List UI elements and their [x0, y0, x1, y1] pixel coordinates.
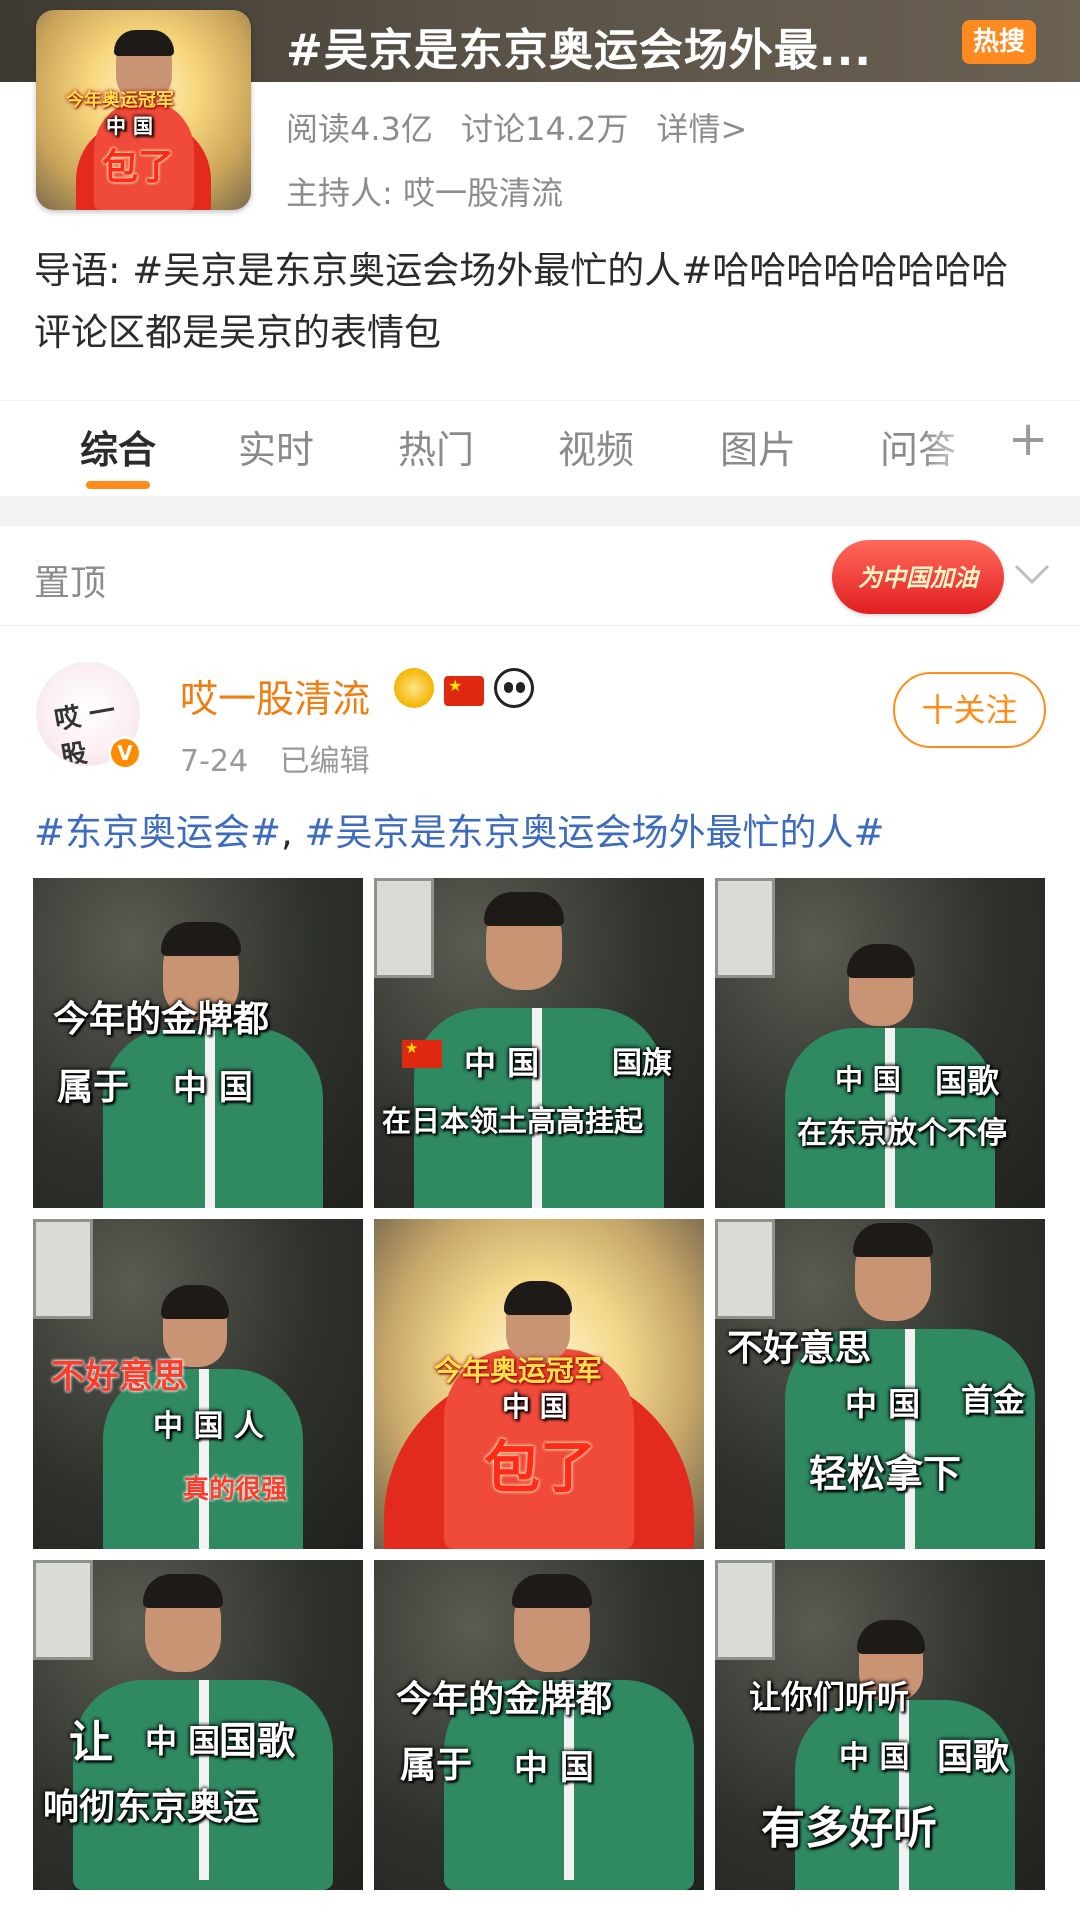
hashtag-tokyo-olympics[interactable]: #东京奥运会# — [34, 811, 281, 854]
meme-image-9[interactable]: 让你们听听 中 国 国歌 有多好听 — [715, 1560, 1045, 1890]
post-text-separator: , — [281, 811, 305, 854]
meme-image-5[interactable]: 今年奥运冠军 中 国 包了 — [374, 1219, 704, 1549]
hashtag-wu-jing[interactable]: #吴京是东京奥运会场外最忙的人# — [305, 811, 885, 854]
pinned-row[interactable]: 置顶 为中国加油 — [0, 526, 1080, 626]
username[interactable]: 哎一股清流 — [180, 668, 370, 723]
tab-comprehensive[interactable]: 综合 — [80, 419, 156, 474]
topic-tabs: 综合 实时 热门 视频 图片 问答 + — [0, 400, 1080, 497]
discussion-count: 讨论14.2万 — [461, 110, 629, 148]
read-count: 阅读4.3亿 — [286, 110, 433, 148]
active-tab-indicator — [86, 481, 150, 489]
edited-label: 已编辑 — [279, 744, 370, 779]
meme-image-4[interactable]: 不好意思 中 国 人 真的很强 — [33, 1219, 363, 1549]
pinned-label: 置顶 — [34, 563, 107, 604]
tab-realtime[interactable]: 实时 — [238, 419, 314, 474]
tab-pictures[interactable]: 图片 — [720, 419, 796, 474]
tab-video[interactable]: 视频 — [558, 419, 634, 474]
cover-caption-top: 今年奥运冠军 — [66, 90, 174, 111]
section-divider — [0, 496, 1080, 526]
cheer-badge-label: 为中国加油 — [858, 564, 978, 592]
topic-host[interactable]: 主持人: 哎一股清流 — [286, 168, 563, 214]
topic-header: 今年奥运冠军 中 国 包了 #吴京是东京奥运会场外最... 热搜 阅读4.3亿 … — [0, 0, 1080, 400]
meme-image-1[interactable]: 今年的金牌都 属于 中 国 — [33, 878, 363, 1208]
user-emblems — [394, 668, 534, 708]
details-link[interactable]: 详情> — [657, 110, 748, 148]
meme-image-8[interactable]: 今年的金牌都 属于 中 国 — [374, 1560, 704, 1890]
meme-image-7[interactable]: 让 中 国 国歌 响彻东京奥运 — [33, 1560, 363, 1890]
cover-caption-mid: 中 国 — [106, 114, 153, 138]
meme-image-2[interactable]: 中 国 国旗 在日本领土高高挂起 — [374, 878, 704, 1208]
panda-icon — [494, 668, 534, 708]
crown-icon — [394, 668, 434, 708]
topic-cover-image[interactable]: 今年奥运冠军 中 国 包了 — [36, 10, 251, 210]
tab-hot[interactable]: 热门 — [398, 419, 474, 474]
meme-image-6[interactable]: 不好意思 中 国 首金 轻松拿下 — [715, 1219, 1045, 1549]
topic-intro: 导语: #吴京是东京奥运会场外最忙的人#哈哈哈哈哈哈哈哈评论区都是吴京的表情包 — [34, 249, 1009, 354]
china-flag-icon — [402, 1039, 442, 1068]
meme-image-3[interactable]: 中 国 国歌 在东京放个不停 — [715, 878, 1045, 1208]
cover-caption-bottom: 包了 — [102, 147, 175, 188]
tab-fade-overlay — [920, 401, 1010, 497]
add-tab-icon[interactable]: + — [1008, 415, 1048, 463]
post-meta: 7-24 已编辑 — [180, 736, 392, 780]
post-text: #东京奥运会#, #吴京是东京奥运会场外最忙的人# — [34, 802, 885, 856]
topic-stats: 阅读4.3亿 讨论14.2万 详情> — [286, 104, 765, 150]
verified-icon: V — [108, 736, 142, 770]
cover-hair — [114, 30, 174, 56]
chevron-down-icon[interactable] — [1012, 560, 1052, 590]
follow-button[interactable]: 十关注 — [893, 672, 1046, 748]
post-date: 7-24 — [180, 744, 249, 779]
hot-search-badge: 热搜 — [962, 20, 1036, 64]
cheer-china-badge[interactable]: 为中国加油 — [832, 540, 1004, 614]
topic-title: #吴京是东京奥运会场外最... — [286, 25, 873, 76]
image-grid: 今年的金牌都 属于 中 国 中 国 国旗 在日本领土高高挂起 中 国 国歌 在东… — [33, 878, 1045, 1906]
china-flag-icon — [444, 675, 484, 706]
